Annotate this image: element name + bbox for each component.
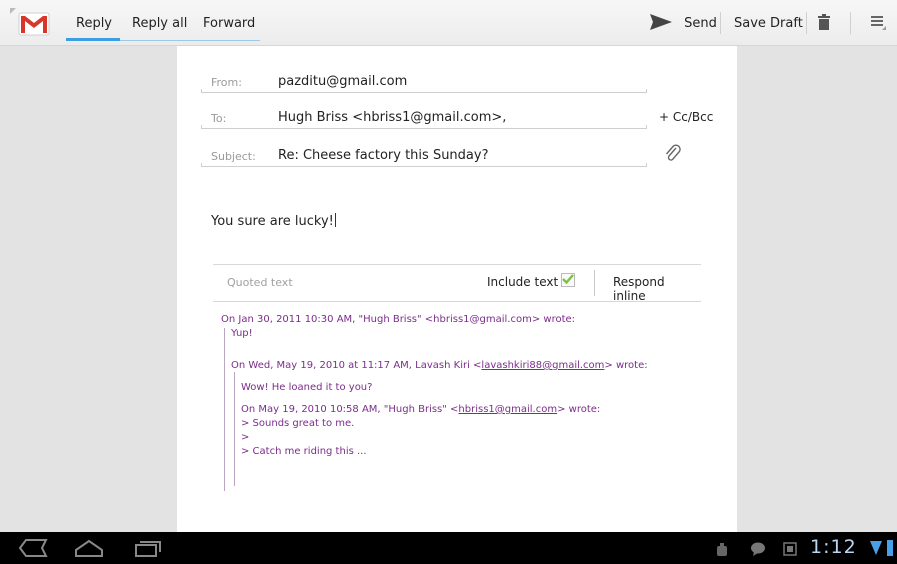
tab-reply-label: Reply bbox=[76, 16, 113, 31]
tab-forward-label: Forward bbox=[203, 16, 256, 31]
quoted-text-bar: Quoted text Include text Respond inline bbox=[213, 264, 701, 303]
from-underline bbox=[201, 89, 647, 93]
quoted-header-2-tail: > wrote: bbox=[604, 360, 648, 371]
overflow-menu-button[interactable] bbox=[870, 0, 890, 46]
home-icon bbox=[75, 539, 103, 557]
cc-bcc-button[interactable]: + Cc/Bcc bbox=[659, 110, 713, 124]
send-button[interactable]: Send bbox=[650, 0, 717, 46]
quoted-header-3: On May 19, 2010 10:58 AM, "Hugh Briss" <… bbox=[221, 403, 648, 417]
recent-apps-icon bbox=[135, 541, 161, 557]
menu-icon bbox=[871, 16, 886, 30]
tab-reply-all-label: Reply all bbox=[132, 16, 188, 31]
subject-underline bbox=[201, 163, 647, 167]
quote-bar-level-2 bbox=[234, 372, 235, 486]
quoted-header-1: On Jan 30, 2011 10:30 AM, "Hugh Briss" <… bbox=[221, 314, 576, 325]
email-link-hugh[interactable]: hbriss1@gmail.com bbox=[458, 404, 557, 415]
send-label: Send bbox=[684, 16, 717, 31]
quoted-header-2-text: On Wed, May 19, 2010 at 11:17 AM, Lavash… bbox=[231, 360, 482, 371]
back-icon bbox=[18, 539, 48, 557]
quoted-content: On Jan 30, 2011 10:30 AM, "Hugh Briss" <… bbox=[221, 313, 648, 459]
toolbar-divider bbox=[720, 12, 721, 34]
back-button[interactable] bbox=[18, 538, 48, 562]
system-bar: 1:12 bbox=[0, 532, 897, 564]
action-bar: Reply Reply all Forward Send Save Draft bbox=[0, 0, 897, 46]
wifi-icon bbox=[870, 539, 882, 561]
to-underline bbox=[201, 125, 647, 129]
include-text-checkbox[interactable] bbox=[561, 273, 575, 287]
toolbar-divider bbox=[850, 12, 851, 34]
quoted-header-2: On Wed, May 19, 2010 at 11:17 AM, Lavash… bbox=[221, 359, 648, 373]
quoted-line-4: Wow! He loaned it to you? bbox=[241, 382, 373, 393]
clock[interactable]: 1:12 bbox=[810, 536, 857, 558]
quoted-header-3-text: On May 19, 2010 10:58 AM, "Hugh Briss" < bbox=[241, 404, 459, 415]
gmail-logo-icon[interactable] bbox=[10, 8, 54, 40]
subject-label: Subject: bbox=[211, 150, 256, 163]
message-body-text: You sure are lucky! bbox=[211, 214, 334, 229]
quoted-line-8: > Catch me riding this ... bbox=[241, 446, 367, 457]
compose-sheet: From: pazditu@gmail.com To: Hugh Briss <… bbox=[177, 46, 737, 532]
trash-icon bbox=[818, 14, 830, 30]
quote-bar-level-1 bbox=[224, 328, 225, 491]
android-debug-icon bbox=[716, 542, 728, 561]
screen-notification-icon[interactable] bbox=[783, 541, 797, 560]
from-label: From: bbox=[211, 76, 242, 89]
tab-reply-indicator bbox=[66, 38, 120, 41]
send-icon bbox=[650, 14, 672, 30]
quoted-text-label: Quoted text bbox=[227, 276, 293, 289]
to-input[interactable]: Hugh Briss <hbriss1@gmail.com>, bbox=[278, 110, 506, 125]
save-draft-label: Save Draft bbox=[734, 16, 803, 31]
save-draft-button[interactable]: Save Draft bbox=[734, 0, 803, 46]
quoted-line-6: > Sounds great to me. bbox=[241, 418, 355, 429]
email-link-lavash[interactable]: lavashkiri88@gmail.com bbox=[481, 360, 604, 371]
include-text-label[interactable]: Include text bbox=[487, 275, 558, 289]
chat-notification-icon[interactable] bbox=[750, 541, 766, 560]
text-caret bbox=[334, 213, 336, 227]
from-value[interactable]: pazditu@gmail.com bbox=[278, 74, 407, 89]
quoted-line-7: > bbox=[241, 432, 250, 443]
respond-inline-button[interactable]: Respond inline bbox=[613, 275, 701, 303]
checkmark-icon bbox=[562, 274, 574, 285]
quoted-line-2: Yup! bbox=[231, 328, 253, 339]
recent-apps-button[interactable] bbox=[134, 538, 162, 562]
paperclip-icon bbox=[665, 144, 681, 161]
tab-baseline bbox=[120, 40, 260, 41]
subject-input[interactable]: Re: Cheese factory this Sunday? bbox=[278, 148, 488, 163]
home-button[interactable] bbox=[74, 538, 104, 562]
to-label: To: bbox=[211, 112, 227, 125]
delete-button[interactable] bbox=[818, 0, 838, 46]
battery-icon bbox=[886, 538, 894, 562]
quoted-header-3-tail: > wrote: bbox=[557, 404, 601, 415]
message-body[interactable]: You sure are lucky! bbox=[211, 213, 336, 229]
attach-button[interactable] bbox=[663, 144, 683, 168]
toolbar-divider bbox=[806, 12, 807, 34]
quoted-bar-divider bbox=[594, 270, 595, 296]
